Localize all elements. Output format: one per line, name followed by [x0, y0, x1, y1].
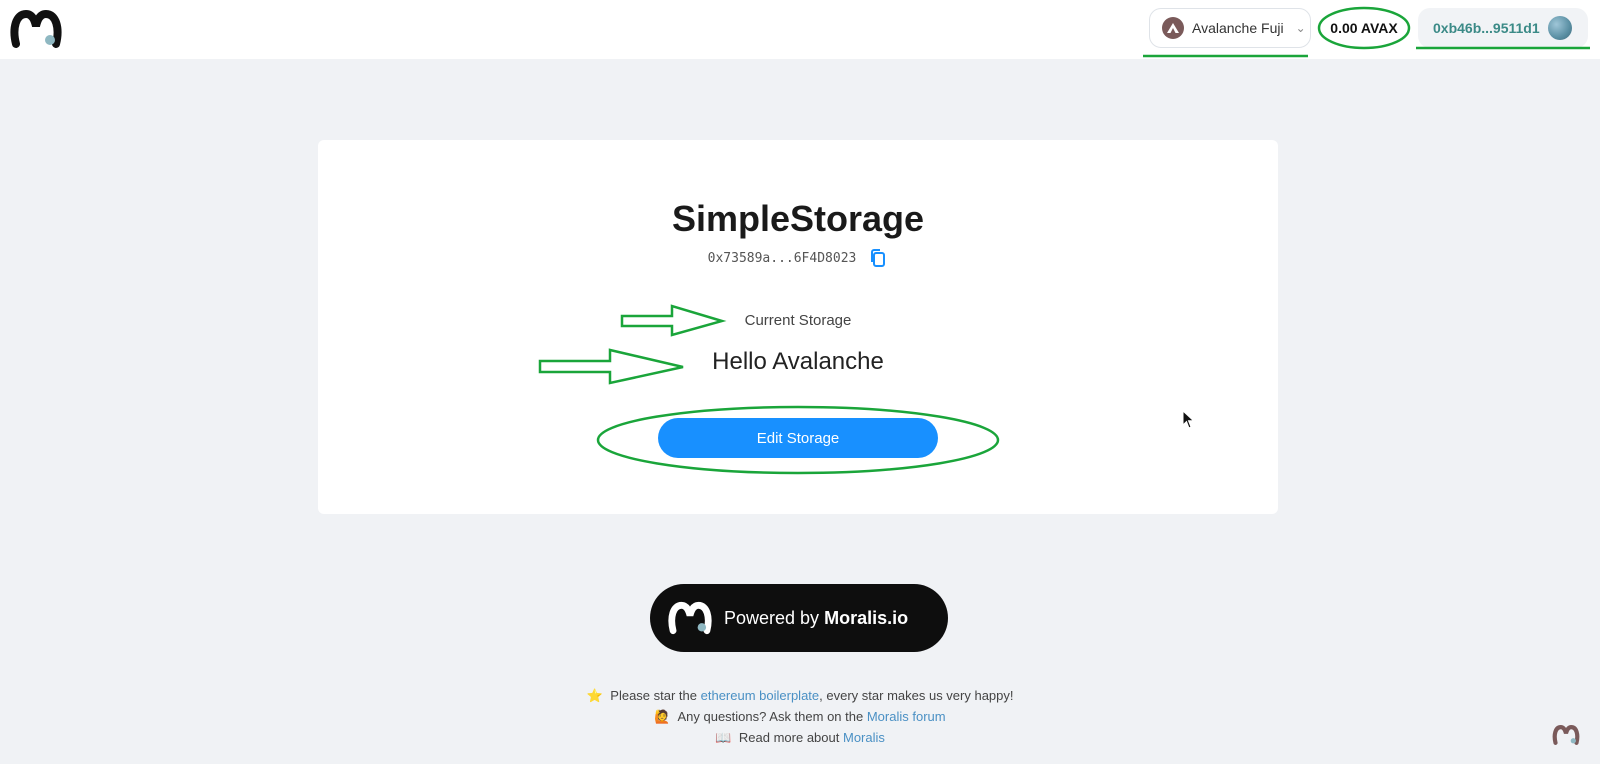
app-page: Avalanche Fuji ⌄ 0.00 AVAX 0xb46b...9511…: [0, 0, 1600, 764]
balance-display: 0.00 AVAX: [1330, 20, 1398, 36]
storage-label: Current Storage: [744, 312, 852, 329]
book-icon: 📖: [715, 730, 732, 745]
star-icon: ⭐: [586, 688, 603, 703]
contract-address: 0x73589a...6F4D8023: [707, 250, 857, 266]
copy-icon[interactable]: [868, 248, 888, 268]
header-bar: Avalanche Fuji ⌄ 0.00 AVAX 0xb46b...9511…: [0, 0, 1600, 59]
moralis-forum-link[interactable]: Moralis forum: [867, 709, 946, 724]
storage-value: Hello Avalanche: [712, 348, 884, 375]
ethereum-boilerplate-link[interactable]: ethereum boilerplate: [701, 688, 820, 703]
contract-title: SimpleStorage: [671, 198, 925, 239]
raising-hand-icon: 🙋: [654, 709, 671, 724]
account-address: 0xb46b...9511d1: [1433, 20, 1540, 36]
powered-by-badge[interactable]: Powered by Moralis.io: [650, 584, 948, 652]
contract-card: SimpleStorage 0x73589a...6F4D8023 Curren…: [318, 140, 1278, 514]
footer-line-questions: 🙋 Any questions? Ask them on the Moralis…: [654, 709, 946, 724]
edit-storage-button[interactable]: Edit Storage: [658, 418, 938, 458]
avalanche-icon: [1162, 17, 1184, 39]
network-selector[interactable]: Avalanche Fuji ⌄: [1149, 8, 1311, 48]
network-label: Avalanche Fuji: [1192, 20, 1284, 36]
powered-by-text: Powered by Moralis.io: [724, 607, 909, 628]
moralis-corner-logo-icon: [1552, 725, 1580, 745]
footer-line-star: ⭐ Please star the ethereum boilerplate, …: [586, 688, 1014, 703]
contract-address-row: 0x73589a...6F4D8023: [318, 248, 1278, 268]
moralis-link[interactable]: Moralis: [843, 730, 885, 745]
chevron-down-icon: ⌄: [1295, 21, 1306, 35]
moralis-logo-icon[interactable]: [10, 8, 62, 50]
mouse-cursor-icon: [1182, 410, 1195, 429]
account-button[interactable]: 0xb46b...9511d1: [1418, 8, 1588, 48]
moralis-logo-icon: [668, 601, 712, 635]
footer-line-readmore: 📖 Read more about Moralis: [715, 730, 885, 745]
avatar-icon: [1547, 16, 1572, 40]
